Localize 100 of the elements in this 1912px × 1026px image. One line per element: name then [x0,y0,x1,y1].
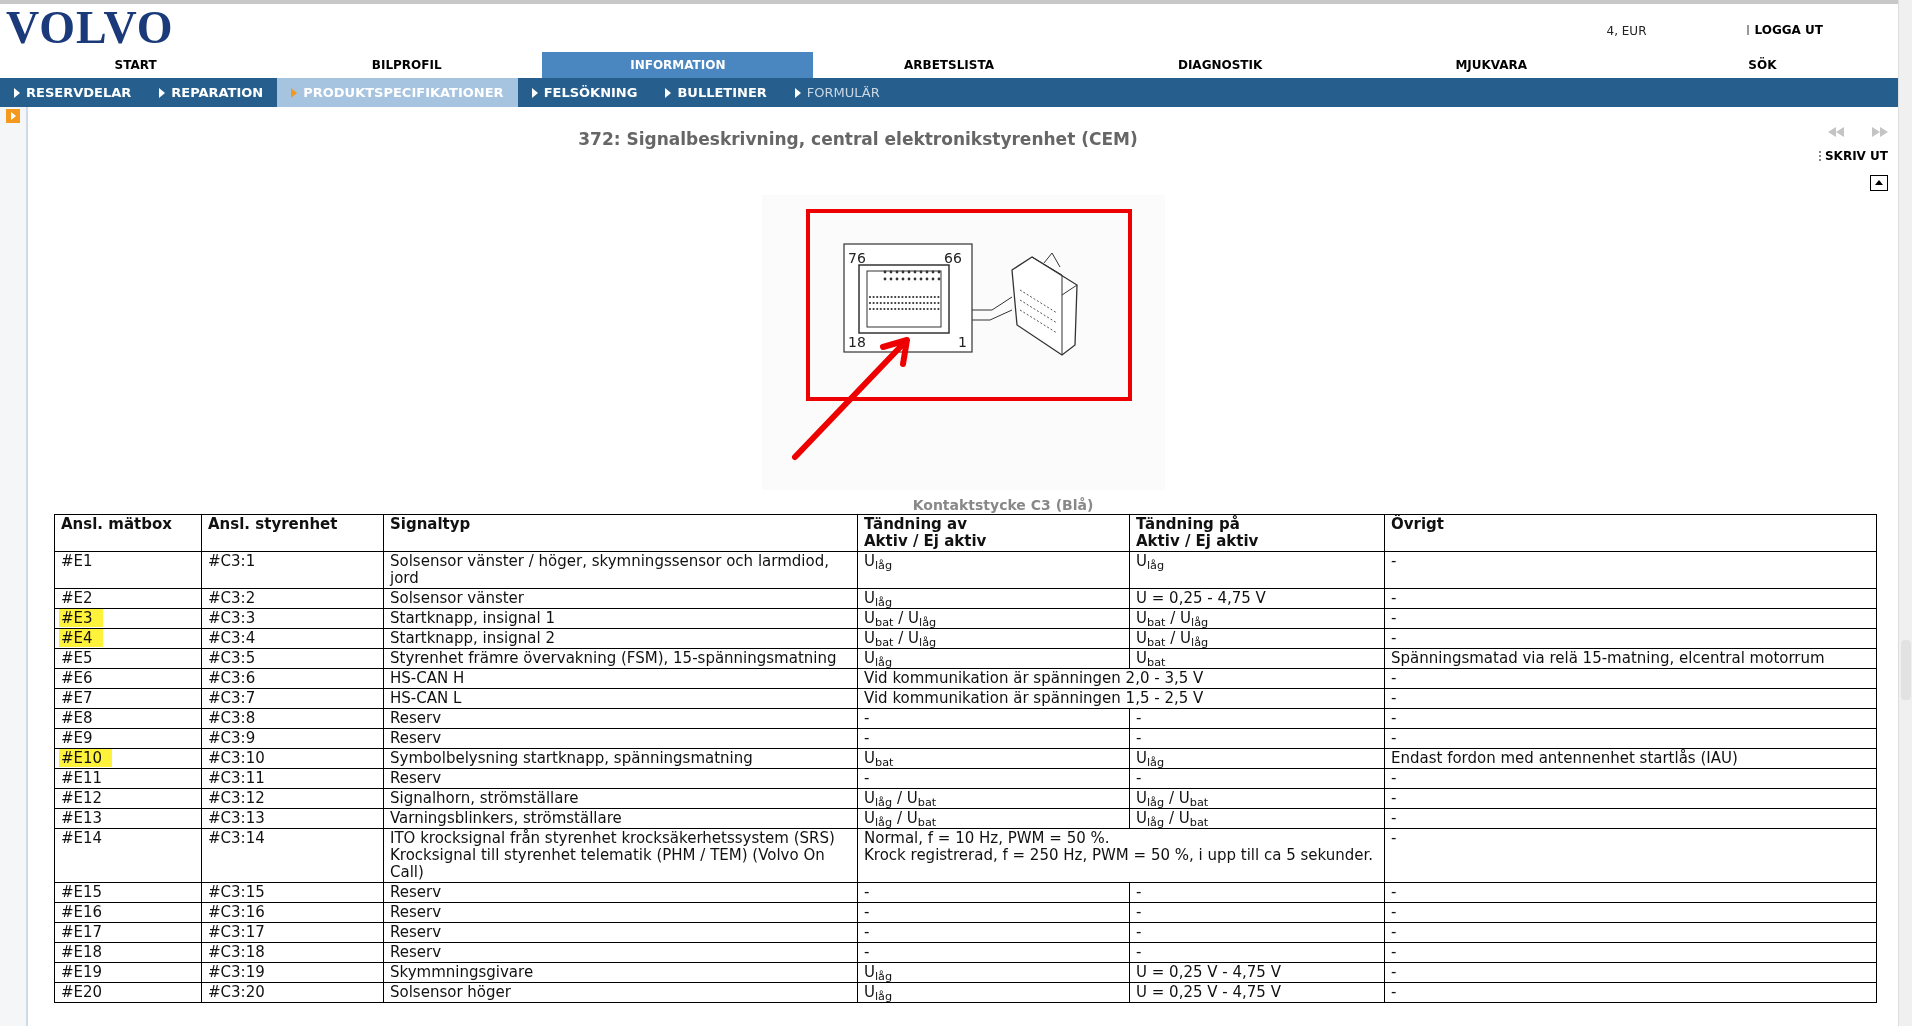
table-cell: #C3:19 [201,962,384,983]
table-cell: #E14 [61,829,103,847]
table-cell: Startknapp, insignal 2 [383,628,858,649]
table-cell: #E8 [61,709,93,727]
table-cell: #E15 [61,883,103,901]
table-cell: U$_{bat}$ / U$_{låg}$ [1129,608,1385,629]
table-cell: #E16 [61,903,103,921]
table-cell: Reserv [383,902,858,923]
caret-icon [665,87,672,98]
table-cell: U$_{låg}$ / U$_{bat}$ [857,788,1130,809]
column-header: Tändning på Aktiv / Ej aktiv [1129,514,1385,552]
column-header: Tändning av Aktiv / Ej aktiv [857,514,1130,552]
column-header: Ansl. mätbox [54,514,202,552]
pin-number: 1 [957,334,967,350]
nav-tab[interactable]: INFORMATION [542,52,814,78]
table-cell: #E6 [61,669,93,687]
next-icon[interactable] [1872,127,1888,137]
pin-number: 76 [847,250,866,266]
table-cell: - [857,882,1130,903]
column-header: Ansl. styrenhet [201,514,384,552]
table-cell: - [1384,882,1877,903]
caret-icon [794,87,801,98]
previous-icon[interactable] [1828,127,1844,137]
table-cell: - [1384,942,1877,963]
table-cell: #E12 [61,789,103,807]
table-cell: U$_{bat}$ / U$_{låg}$ [857,628,1130,649]
table-cell: - [1384,628,1877,649]
table-cell: - [1384,788,1877,809]
volvo-logo[interactable]: VOLVO [6,6,174,50]
table-cell: - [1384,808,1877,829]
table-cell: U$_{låg}$ [857,962,1130,983]
scrollbar[interactable] [1898,0,1912,1026]
subnav-tab[interactable]: BULLETINER [651,78,781,107]
table-cell: #C3:8 [201,708,384,729]
table-cell: #C3:7 [201,688,384,709]
column-header: Övrigt [1384,514,1877,552]
table-cell: #C3:15 [201,882,384,903]
table-cell: Signalhorn, strömställare [383,788,858,809]
table-cell: HS-CAN H [383,668,858,689]
table-cell: Reserv [383,922,858,943]
table-cell: #C3:17 [201,922,384,943]
subnav-tab[interactable]: RESERVDELAR [0,78,146,107]
subnav-tab[interactable]: FELSÖKNING [517,78,652,107]
table-cell: U$_{låg}$ [857,982,1130,1003]
table-cell: #C3:9 [201,728,384,749]
table-cell: Solsensor höger [383,982,858,1003]
table-cell: U$_{låg}$ [1129,748,1385,769]
table-cell: - [1384,708,1877,729]
table-cell: U$_{låg}$ [857,648,1130,669]
table-cell: #E5 [61,649,93,667]
table-cell: - [857,768,1130,789]
table-cell: Vid kommunikation är spänningen 1,5 - 2,5 V [857,688,1385,709]
table-cell: #C3:10 [201,748,384,769]
table-cell: #E10 [59,749,113,767]
logout-button[interactable]: LOGGA UT [1746,21,1823,39]
table-cell: U$_{låg}$ [857,551,1130,589]
table-cell: Solsensor vänster [383,588,858,609]
table-cell: Reserv [383,708,858,729]
table-cell: - [857,922,1130,943]
scroll-top-icon[interactable] [1870,175,1888,191]
table-cell: - [1129,902,1385,923]
table-cell: - [1129,708,1385,729]
table-cell: U$_{låg}$ / U$_{bat}$ [1129,808,1385,829]
account-label: 4, EUR [1606,23,1647,40]
table-cell: Vid kommunikation är spänningen 2,0 - 3,5 V [857,668,1385,689]
table-cell: Styrenhet främre övervakning (FSM), 15-spänningsmatning [383,648,858,669]
table-cell: #E18 [61,943,103,961]
table-cell: #C3:4 [201,628,384,649]
table-cell: #E11 [61,769,103,787]
table-cell: #E2 [61,589,93,607]
table-cell: Startknapp, insignal 1 [383,608,858,629]
table-cell: - [1384,608,1877,629]
page-title: 372: Signalbeskrivning, central elektronikstyrenhet (CEM) [578,128,1138,151]
table-cell: HS-CAN L [383,688,858,709]
table-cell: - [1384,668,1877,689]
table-cell: #E20 [61,983,103,1001]
table-cell: #E1 [61,552,93,570]
table-cell: #E9 [61,729,93,747]
table-cell: Reserv [383,728,858,749]
grip-icon [1818,151,1822,161]
table-cell: Skymmningsgivare [383,962,858,983]
table-cell: U$_{bat}$ / U$_{låg}$ [1129,628,1385,649]
caret-icon [531,87,538,98]
table-cell: Endast fordon med antennenhet startlås (IAU) [1384,748,1877,769]
table-cell: - [1129,882,1385,903]
table-cell: - [857,708,1130,729]
pin-number: 66 [943,250,962,266]
table-cell: U$_{låg}$ / U$_{bat}$ [1129,788,1385,809]
expand-icon[interactable] [6,109,20,123]
table-cell: Normal, f = 10 Hz, PWM = 50 %. Krock registrerad, f = 250 Hz, PWM = 50 %, i upp till ca 5 sekunder. [857,828,1385,883]
table-cell: U = 0,25 - 4,75 V [1129,588,1385,609]
table-cell: #C3:16 [201,902,384,923]
subnav-tab[interactable]: REPARATION [145,78,278,107]
table-cell: #E19 [61,963,103,981]
table-cell: U$_{bat}$ [857,748,1130,769]
table-cell: - [1384,768,1877,789]
table-cell: Symbolbelysning startknapp, spänningsmatning [383,748,858,769]
print-button[interactable]: SKRIV UT [1818,147,1888,165]
table-caption: Kontaktstycke C3 (Blå) [912,496,1094,514]
table-cell: - [1129,728,1385,749]
